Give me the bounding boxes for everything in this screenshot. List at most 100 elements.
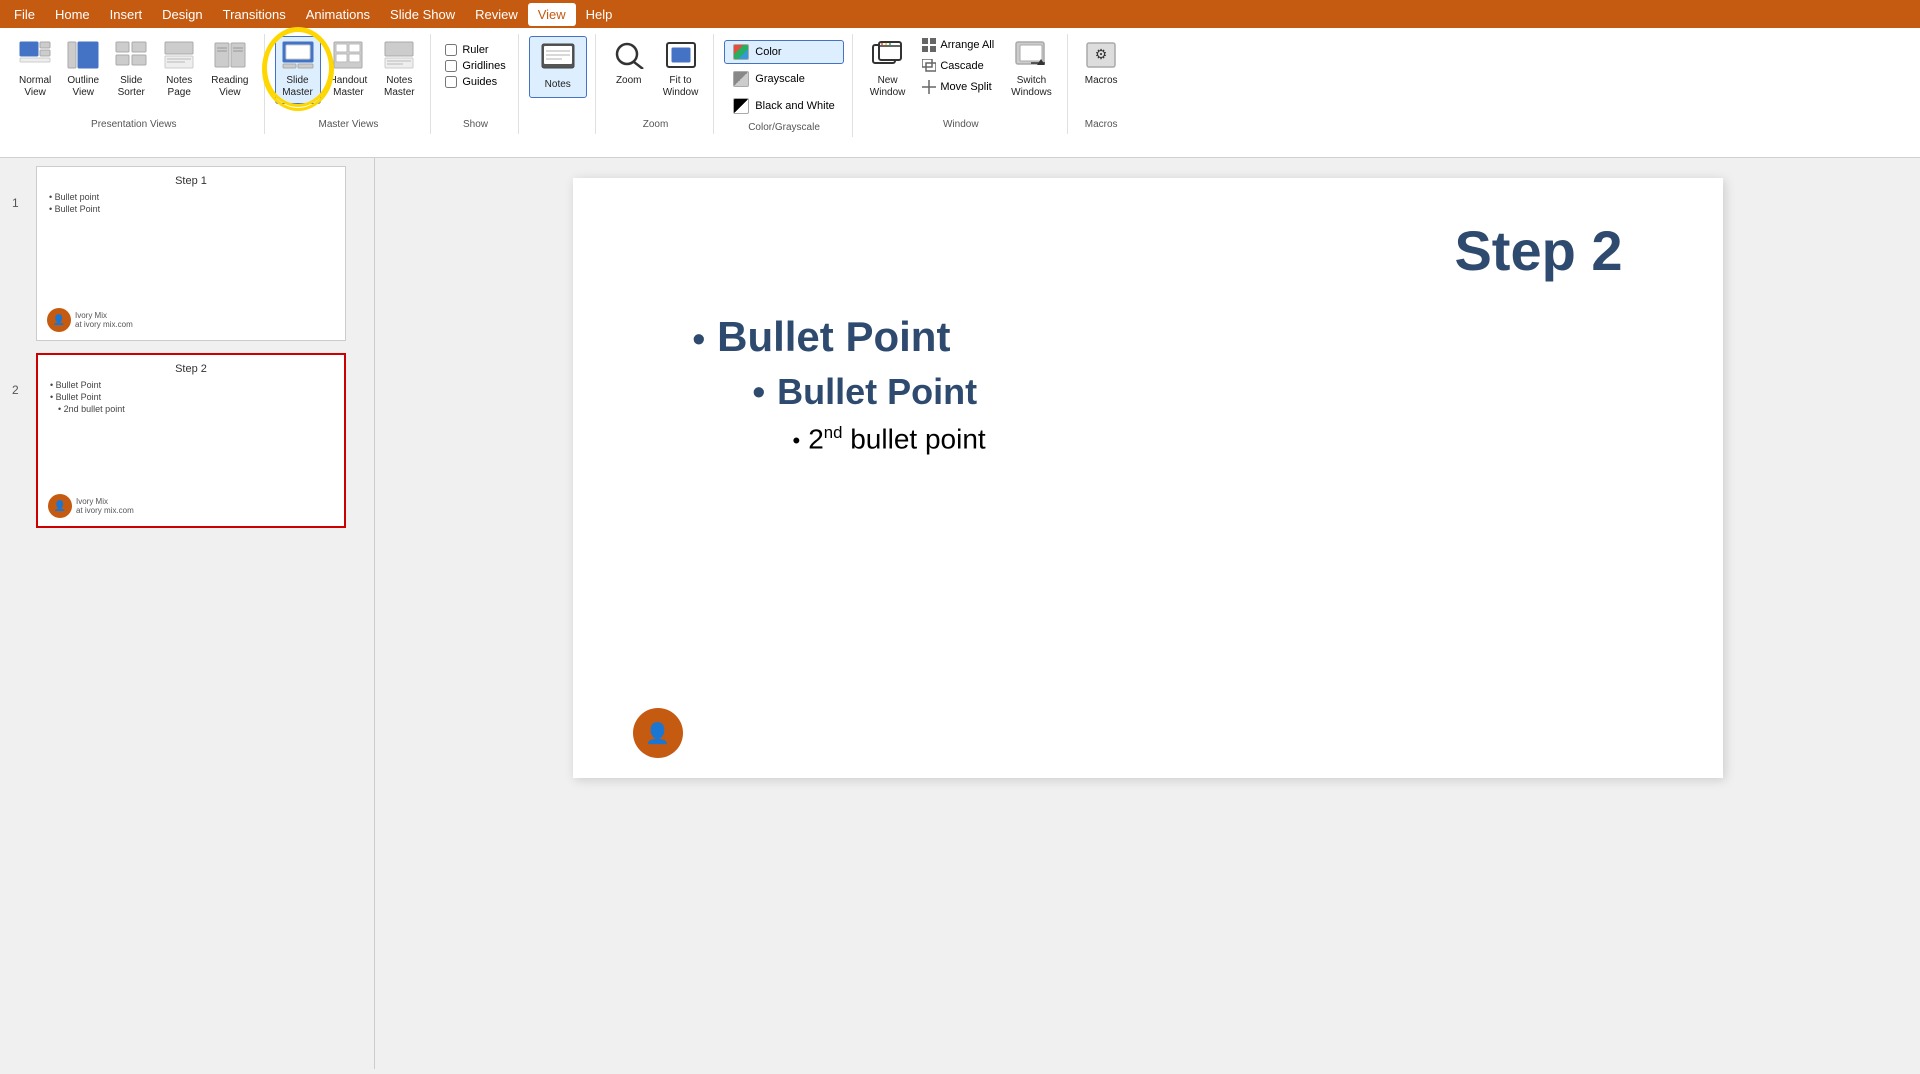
guides-checkbox[interactable]: Guides (445, 76, 505, 88)
outline-view-button[interactable]: OutlineView (60, 36, 106, 104)
avatar-large-icon: 👤 (633, 708, 683, 758)
slide-master-button[interactable]: SlideMaster (275, 36, 321, 104)
notes-page-icon (163, 41, 195, 73)
bullet-3-text: 2nd bullet point (808, 423, 985, 455)
notes-master-button[interactable]: NotesMaster (376, 36, 422, 104)
slide-item-2[interactable]: 2 Step 2 • Bullet Point • Bullet Point •… (12, 353, 362, 528)
gridlines-label: Gridlines (462, 60, 505, 72)
slide-item-1[interactable]: 1 Step 1 • Bullet point • Bullet Point 👤… (12, 166, 362, 341)
grayscale-button[interactable]: Grayscale (724, 67, 843, 91)
slide-view[interactable]: Step 2 • Bullet Point • Bullet Point • 2… (573, 178, 1723, 778)
macros-icon: ⚙ (1085, 41, 1117, 73)
slide-2-bullet-1: • Bullet Point (38, 379, 344, 391)
switch-windows-icon (1015, 41, 1047, 73)
zoom-button[interactable]: Zoom (606, 36, 652, 92)
menu-view[interactable]: View (528, 3, 576, 26)
fit-to-window-button[interactable]: Fit toWindow (656, 36, 706, 104)
menu-insert[interactable]: Insert (100, 3, 153, 26)
color-grayscale-label: Color/Grayscale (748, 122, 820, 137)
notes-label: Notes (545, 79, 571, 91)
macros-group-label: Macros (1085, 119, 1118, 134)
ruler-label: Ruler (462, 44, 488, 56)
handout-master-icon (332, 41, 364, 73)
slide-thumbnail-2[interactable]: Step 2 • Bullet Point • Bullet Point • 2… (36, 353, 346, 528)
menu-transitions[interactable]: Transitions (213, 3, 296, 26)
handout-master-label: HandoutMaster (330, 75, 368, 99)
avatar-name-1: Ivory Mix at ivory mix.com (75, 311, 133, 329)
bullet-2-text: Bullet Point (777, 371, 977, 413)
slide-thumbnail-1[interactable]: Step 1 • Bullet point • Bullet Point 👤 I… (36, 166, 346, 341)
notes-group-label (556, 119, 559, 134)
fit-to-window-icon (665, 41, 697, 73)
main-area: 1 Step 1 • Bullet point • Bullet Point 👤… (0, 158, 1920, 1069)
color-button[interactable]: Color (724, 40, 843, 64)
menu-design[interactable]: Design (152, 3, 212, 26)
normal-view-label: NormalView (19, 75, 51, 99)
window-group: NewWindow Arrange All Cascade Move Split (855, 34, 1068, 134)
switch-windows-button[interactable]: SwitchWindows (1004, 36, 1059, 104)
black-and-white-label: Black and White (755, 100, 834, 112)
slide-bullets: • Bullet Point • Bullet Point • 2nd bull… (633, 313, 1663, 455)
notes-master-icon (383, 41, 415, 73)
color-grayscale-group: Color Grayscale Black and White Color/Gr… (716, 34, 852, 137)
cascade-button[interactable]: Cascade (918, 57, 998, 75)
handout-master-button[interactable]: HandoutMaster (323, 36, 375, 104)
menu-home[interactable]: Home (45, 3, 100, 26)
menu-help[interactable]: Help (576, 3, 623, 26)
menu-slide-show[interactable]: Slide Show (380, 3, 465, 26)
slide-2-bullet-3: • 2nd bullet point (38, 403, 344, 415)
ruler-checkbox[interactable]: Ruler (445, 44, 505, 56)
normal-view-button[interactable]: NormalView (12, 36, 58, 104)
fit-to-window-label: Fit toWindow (663, 75, 699, 99)
outline-view-label: OutlineView (67, 75, 99, 99)
slide-1-title: Step 1 (37, 167, 345, 191)
gridlines-checkbox[interactable]: Gridlines (445, 60, 505, 72)
slide-2-bullet-2: • Bullet Point (38, 391, 344, 403)
slide-1-avatar: 👤 Ivory Mix at ivory mix.com (47, 308, 133, 332)
slide-1-bullet-2: • Bullet Point (37, 203, 345, 215)
avatar-line1-1: Ivory Mix (75, 311, 133, 320)
gridlines-input[interactable] (445, 60, 457, 72)
slide-1-bullet-1: • Bullet point (37, 191, 345, 203)
slide-number-1: 1 (12, 196, 28, 210)
new-window-label: NewWindow (870, 75, 906, 99)
ribbon: NormalView OutlineView (0, 28, 1920, 158)
guides-label: Guides (462, 76, 497, 88)
avatar-line1-2: Ivory Mix (76, 497, 134, 506)
outline-view-icon (67, 41, 99, 73)
black-and-white-button[interactable]: Black and White (724, 94, 843, 118)
slide-panel[interactable]: 1 Step 1 • Bullet point • Bullet Point 👤… (0, 158, 375, 1069)
avatar-line2-2: at ivory mix.com (76, 506, 134, 515)
bullet-2: • Bullet Point (693, 371, 1663, 413)
reading-view-button[interactable]: ReadingView (204, 36, 255, 104)
slide-main-title: Step 2 (633, 218, 1663, 283)
menu-animations[interactable]: Animations (296, 3, 380, 26)
notes-group: Notes (521, 34, 596, 134)
macros-button[interactable]: ⚙ Macros (1078, 36, 1125, 92)
zoom-icon (613, 41, 645, 73)
master-views-label: Master Views (318, 119, 378, 134)
notes-button[interactable]: Notes (529, 36, 587, 98)
bullet-1-dot: • (693, 318, 706, 360)
slide-number-2: 2 (12, 383, 28, 397)
switch-windows-label: SwitchWindows (1011, 75, 1052, 99)
new-window-button[interactable]: NewWindow (863, 36, 913, 104)
presentation-views-group: NormalView OutlineView (4, 34, 265, 134)
move-split-label: Move Split (940, 81, 991, 93)
window-group-label: Window (943, 119, 979, 134)
notes-page-button[interactable]: NotesPage (156, 36, 202, 104)
notes-master-label: NotesMaster (384, 75, 415, 99)
ruler-input[interactable] (445, 44, 457, 56)
zoom-group: Zoom Fit toWindow Zoom (598, 34, 715, 134)
reading-view-icon (214, 41, 246, 73)
bullet-2-dot: • (753, 371, 766, 413)
move-split-button[interactable]: Move Split (918, 78, 998, 96)
arrange-all-label: Arrange All (940, 39, 994, 51)
menu-bar: File Home Insert Design Transitions Anim… (0, 0, 1920, 28)
guides-input[interactable] (445, 76, 457, 88)
show-checkboxes: Ruler Gridlines Guides (441, 36, 509, 96)
menu-review[interactable]: Review (465, 3, 528, 26)
menu-file[interactable]: File (4, 3, 45, 26)
slide-sorter-button[interactable]: SlideSorter (108, 36, 154, 104)
arrange-all-button[interactable]: Arrange All (918, 36, 998, 54)
